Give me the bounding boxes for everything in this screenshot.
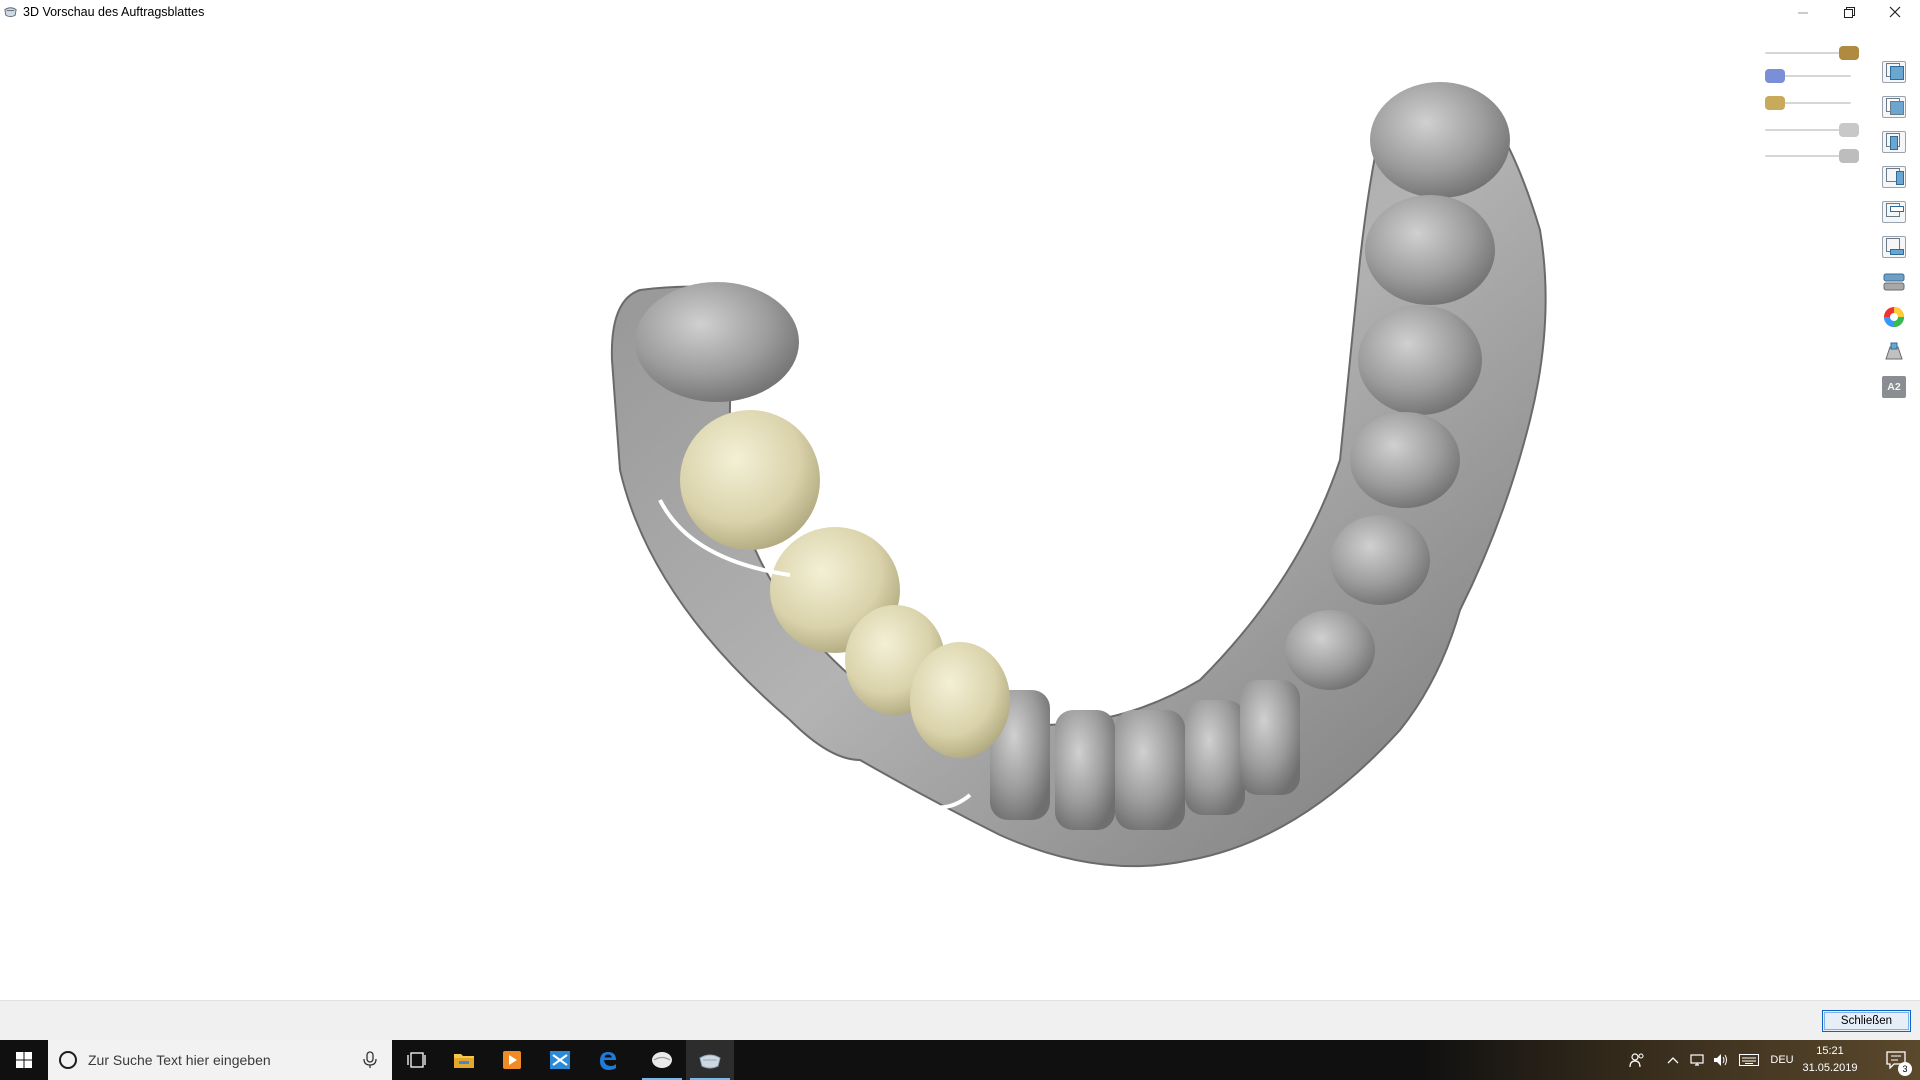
people-icon: [1629, 1053, 1644, 1068]
tooth: [1055, 710, 1115, 830]
view-bottom-button[interactable]: [1880, 233, 1908, 261]
dialog-footer: Schließen: [0, 1000, 1920, 1040]
tooth: [1350, 412, 1460, 508]
microphone-icon[interactable]: [360, 1051, 380, 1069]
gingiva-icon[interactable]: [1839, 123, 1859, 137]
articulator-icon: [1883, 273, 1905, 291]
file-explorer-icon: [454, 1054, 474, 1068]
close-icon: [1889, 6, 1901, 18]
title-bar: 3D Vorschau des Auftragsblattes: [0, 0, 1920, 24]
occlusion-view-button[interactable]: [1880, 268, 1908, 296]
restoration-crown: [680, 410, 820, 550]
dental-arch-model[interactable]: [0, 24, 1920, 1000]
color-wheel-icon: [1884, 307, 1904, 327]
speaker-icon: [1714, 1054, 1727, 1066]
close-window-button[interactable]: [1872, 0, 1918, 24]
restore-icon: [1843, 6, 1855, 18]
tooth: [1185, 700, 1245, 815]
search-placeholder: Zur Suche Text hier eingeben: [88, 1052, 271, 1068]
restoration-slider[interactable]: [1765, 96, 1860, 110]
language-indicator[interactable]: DEU: [1766, 1040, 1798, 1080]
cube-bottom-icon: [1882, 236, 1906, 258]
tooth-slider[interactable]: [1765, 149, 1860, 163]
view-front-button[interactable]: [1880, 58, 1908, 86]
tooth: [1370, 82, 1510, 198]
distance-button[interactable]: [1880, 338, 1908, 366]
measure-icon: [1885, 342, 1903, 360]
network-icon: [1690, 1054, 1704, 1066]
task-view-icon: [407, 1052, 426, 1068]
window-title: 3D Vorschau des Auftragsblattes: [23, 5, 205, 19]
tooth: [635, 282, 799, 402]
dental-model-icon: [4, 7, 17, 18]
tooth: [1330, 515, 1430, 605]
chevron-up-icon: [1667, 1057, 1679, 1064]
windows-icon: [16, 1052, 32, 1068]
tooth: [1285, 610, 1375, 690]
tooth: [1115, 710, 1185, 830]
jaw-slider[interactable]: [1765, 69, 1860, 83]
cube-right-icon: [1882, 166, 1906, 188]
view-left-button[interactable]: [1880, 128, 1908, 156]
tooth-icon[interactable]: [1839, 149, 1859, 163]
app-store-icon: [550, 1051, 570, 1069]
people-button[interactable]: [1622, 1040, 1652, 1080]
cube-top-icon: [1882, 201, 1906, 223]
tray-overflow-button[interactable]: [1662, 1040, 1684, 1080]
start-button[interactable]: [0, 1040, 48, 1080]
task-view-button[interactable]: [392, 1040, 440, 1080]
view-right-button[interactable]: [1880, 163, 1908, 191]
clock[interactable]: 15:21 31.05.2019: [1800, 1043, 1860, 1077]
tooth: [1240, 680, 1300, 795]
keyboard-button[interactable]: [1736, 1040, 1762, 1080]
restoration-crown: [910, 642, 1010, 758]
antagonist-icon[interactable]: [1839, 46, 1859, 60]
shade-icon: A2: [1882, 376, 1906, 398]
edge-button[interactable]: [584, 1040, 632, 1080]
action-center-button[interactable]: 3: [1872, 1040, 1920, 1080]
media-player-icon: [503, 1051, 521, 1069]
app-store-button[interactable]: [536, 1040, 584, 1080]
clock-date: 31.05.2019: [1802, 1062, 1858, 1074]
view-back-button[interactable]: [1880, 93, 1908, 121]
search-box[interactable]: Zur Suche Text hier eingeben: [48, 1040, 392, 1080]
media-player-button[interactable]: [488, 1040, 536, 1080]
volume-button[interactable]: [1710, 1040, 1732, 1080]
shade-button[interactable]: A2: [1880, 373, 1908, 401]
taskbar: Zur Suche Text hier eingeben DEU 15:21 3…: [0, 1040, 1920, 1080]
close-button[interactable]: Schließen: [1822, 1010, 1911, 1032]
clock-time: 15:21: [1816, 1045, 1844, 1057]
3d-viewport[interactable]: A2: [0, 24, 1920, 1000]
color-map-button[interactable]: [1880, 303, 1908, 331]
cube-front-icon: [1882, 61, 1906, 83]
dental-preview-button[interactable]: [686, 1040, 734, 1080]
dental-preview-icon: [699, 1054, 721, 1069]
file-explorer-button[interactable]: [440, 1040, 488, 1080]
keyboard-icon: [1739, 1054, 1759, 1066]
cube-back-icon: [1882, 96, 1906, 118]
restoration-icon[interactable]: [1765, 96, 1785, 110]
cortana-icon: [59, 1051, 77, 1069]
minimize-icon: [1797, 12, 1808, 13]
view-top-button[interactable]: [1880, 198, 1908, 226]
network-button[interactable]: [1686, 1040, 1708, 1080]
tooth: [1358, 305, 1482, 415]
cube-left-icon: [1882, 131, 1906, 153]
tooth: [1365, 195, 1495, 305]
restore-button[interactable]: [1826, 0, 1872, 24]
jaw-icon[interactable]: [1765, 69, 1785, 83]
edge-icon: [600, 1052, 616, 1070]
notification-count: 3: [1898, 1062, 1912, 1076]
antagonist-slider[interactable]: [1765, 46, 1860, 60]
gingiva-slider[interactable]: [1765, 123, 1860, 137]
minimize-button[interactable]: [1780, 0, 1826, 24]
dental-app-icon: [652, 1052, 672, 1068]
dental-app-button[interactable]: [638, 1040, 686, 1080]
